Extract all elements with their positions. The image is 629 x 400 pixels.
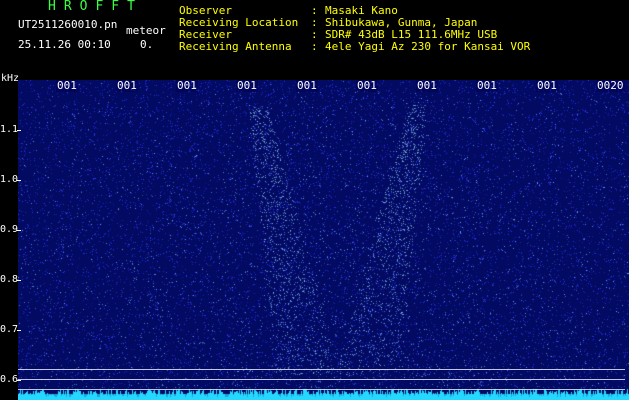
- reference-line: [18, 369, 625, 370]
- frequency-unit-label: kHz: [1, 73, 20, 84]
- antenna-row: Receiving Antenna : 4ele Yagi Az 230 for…: [179, 41, 530, 53]
- time-axis-label: 001: [56, 79, 78, 92]
- y-axis-label: 0.7: [0, 324, 19, 335]
- datetime-text: 25.11.26 00:10: [18, 38, 111, 51]
- time-axis-label: 001: [236, 79, 258, 92]
- count-text: 0.: [140, 38, 154, 51]
- y-axis-label: 0.6: [0, 374, 19, 385]
- app-title: HROFFT: [48, 0, 143, 14]
- hrofft-window: HROFFT UT2511260010.pn meteor 25.11.26 0…: [0, 0, 629, 400]
- antenna-separator: :: [311, 40, 318, 53]
- y-axis-label: 0.8: [0, 274, 19, 285]
- detection-label: meteor: [126, 24, 166, 37]
- station-info: Observer : Masaki Kano Receiving Locatio…: [179, 5, 530, 53]
- y-axis-tick: [17, 280, 21, 281]
- y-axis-tick: [17, 380, 21, 381]
- y-axis-tick: [17, 330, 21, 331]
- y-axis-label: 1.1: [0, 124, 19, 135]
- y-axis-tick: [17, 180, 21, 181]
- reference-line: [18, 379, 625, 380]
- reference-line: [18, 389, 625, 390]
- time-axis-label: 001: [416, 79, 438, 92]
- time-axis-label: 001: [296, 79, 318, 92]
- antenna-value: 4ele Yagi Az 230 for Kansai VOR: [325, 40, 531, 53]
- file-name: UT2511260010.pn: [18, 18, 118, 31]
- time-axis-label: 001: [116, 79, 138, 92]
- y-axis-tick: [17, 130, 21, 131]
- time-axis-label: 001: [176, 79, 198, 92]
- spectrogram-canvas: [18, 80, 629, 400]
- y-axis-label: 1.0: [0, 174, 19, 185]
- time-axis-label: 0020: [596, 79, 625, 92]
- time-axis-label: 001: [476, 79, 498, 92]
- time-axis-label: 001: [536, 79, 558, 92]
- antenna-label: Receiving Antenna: [179, 40, 292, 53]
- time-axis-label: 001: [356, 79, 378, 92]
- y-axis-label: 0.9: [0, 224, 19, 235]
- y-axis-tick: [17, 230, 21, 231]
